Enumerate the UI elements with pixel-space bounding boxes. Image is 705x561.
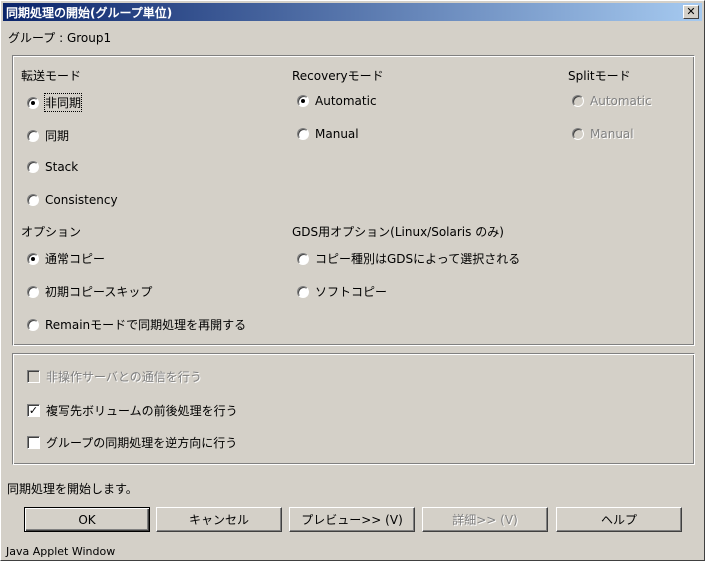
radio-icon bbox=[27, 252, 39, 265]
radio-icon bbox=[27, 96, 39, 109]
radio-label: 非同期 bbox=[43, 93, 83, 112]
recovery-mode-automatic-radio[interactable]: Automatic bbox=[297, 94, 377, 108]
radio-icon bbox=[572, 95, 584, 107]
close-icon[interactable]: ✕ bbox=[683, 5, 699, 19]
radio-icon bbox=[297, 252, 309, 265]
radio-icon bbox=[27, 194, 39, 206]
cancel-button[interactable]: キャンセル bbox=[156, 507, 282, 532]
ok-button[interactable]: OK bbox=[24, 507, 150, 532]
split-mode-manual-radio[interactable]: Manual bbox=[572, 127, 634, 141]
gds-copy-type-radio[interactable]: コピー種別はGDSによって選択される bbox=[297, 250, 520, 267]
radio-label: Stack bbox=[45, 160, 79, 174]
radio-label: Manual bbox=[315, 127, 359, 141]
radio-icon bbox=[27, 129, 39, 142]
radio-icon bbox=[27, 318, 39, 331]
recovery-mode-heading: Recoveryモード bbox=[292, 69, 384, 83]
recovery-mode-manual-radio[interactable]: Manual bbox=[297, 127, 359, 141]
transfer-mode-stack-radio[interactable]: Stack bbox=[27, 160, 78, 174]
dialog-window: 同期処理の開始(グループ単位) ✕ グループ : Group1 転送モード 非同… bbox=[0, 0, 705, 561]
radio-label: 同期 bbox=[45, 129, 70, 143]
radio-label: コピー種別はGDSによって選択される bbox=[315, 252, 521, 266]
window-title: 同期処理の開始(グループ単位) bbox=[6, 5, 173, 20]
radio-label: Consistency bbox=[45, 193, 118, 207]
option-skip-initial-copy-radio[interactable]: 初期コピースキップ bbox=[27, 283, 152, 300]
radio-icon bbox=[572, 128, 584, 140]
radio-label: Automatic bbox=[315, 94, 377, 108]
transfer-mode-consistency-radio[interactable]: Consistency bbox=[27, 193, 118, 207]
title-bar: 同期処理の開始(グループ単位) ✕ bbox=[3, 3, 702, 21]
radio-label: Remainモードで同期処理を再開する bbox=[45, 318, 247, 332]
transfer-mode-async-radio[interactable]: 非同期 bbox=[27, 93, 83, 112]
radio-label: 通常コピー bbox=[45, 252, 106, 266]
radio-icon bbox=[297, 128, 309, 140]
reverse-sync-checkbox[interactable]: グループの同期処理を逆方向に行う bbox=[27, 434, 237, 451]
transfer-mode-heading: 転送モード bbox=[21, 69, 82, 83]
radio-icon bbox=[297, 95, 309, 107]
transfer-mode-sync-radio[interactable]: 同期 bbox=[27, 127, 69, 144]
radio-label: Manual bbox=[590, 127, 634, 141]
checkbox-label: 非操作サーバとの通信を行う bbox=[46, 370, 202, 384]
radio-label: Automatic bbox=[590, 94, 652, 108]
checkbox-icon bbox=[27, 436, 40, 449]
non-operation-server-checkbox[interactable]: 非操作サーバとの通信を行う bbox=[27, 368, 202, 385]
preview-button[interactable]: プレビュー>> (V) bbox=[289, 507, 415, 532]
gds-options-heading: GDS用オプション(Linux/Solaris のみ) bbox=[292, 225, 504, 239]
option-normal-copy-radio[interactable]: 通常コピー bbox=[27, 250, 105, 267]
split-mode-automatic-radio[interactable]: Automatic bbox=[572, 94, 652, 108]
details-button[interactable]: 詳細>> (V) bbox=[422, 507, 548, 532]
radio-icon bbox=[297, 285, 309, 298]
applet-window-footer: Java Applet Window bbox=[6, 545, 116, 558]
gds-soft-copy-radio[interactable]: ソフトコピー bbox=[297, 283, 387, 300]
checkbox-label: グループの同期処理を逆方向に行う bbox=[46, 436, 238, 450]
checkmark-icon: ✓ bbox=[27, 404, 40, 417]
pre-post-processing-checkbox[interactable]: ✓ 複写先ボリュームの前後処理を行う bbox=[27, 402, 238, 419]
split-mode-heading: Splitモード bbox=[568, 69, 631, 83]
radio-icon bbox=[27, 161, 39, 173]
checkbox-icon bbox=[27, 370, 40, 383]
status-text: 同期処理を開始します。 bbox=[7, 482, 138, 496]
option-remain-mode-radio[interactable]: Remainモードで同期処理を再開する bbox=[27, 316, 246, 333]
radio-label: 初期コピースキップ bbox=[45, 285, 153, 299]
options-heading: オプション bbox=[21, 225, 82, 239]
help-button[interactable]: ヘルプ bbox=[556, 507, 682, 532]
checkbox-label: 複写先ボリュームの前後処理を行う bbox=[46, 404, 238, 418]
group-name-label: グループ : Group1 bbox=[8, 31, 112, 45]
radio-icon bbox=[27, 285, 39, 298]
radio-label: ソフトコピー bbox=[315, 285, 388, 299]
